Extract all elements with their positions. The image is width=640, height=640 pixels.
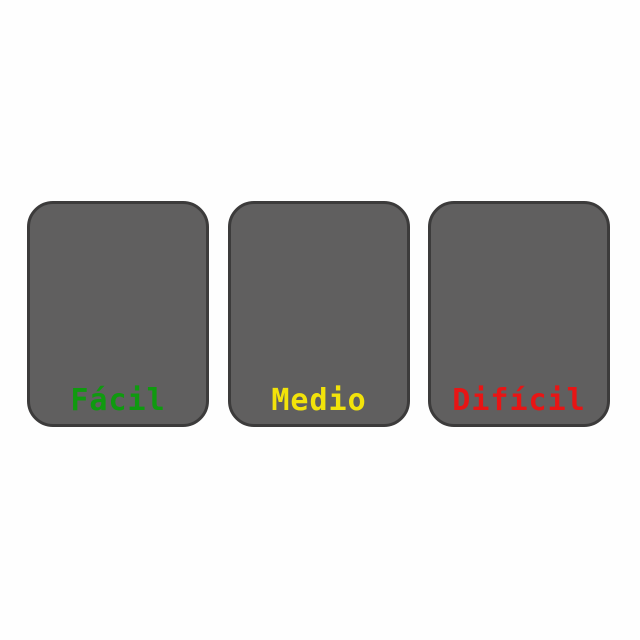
difficulty-easy-label: Fácil <box>70 383 166 418</box>
difficulty-hard-button[interactable]: Difícil <box>428 201 610 427</box>
difficulty-select-screen: Fácil Medio Difícil <box>0 0 640 640</box>
difficulty-easy-button[interactable]: Fácil <box>27 201 209 427</box>
difficulty-medium-label: Medio <box>271 383 367 418</box>
difficulty-medium-button[interactable]: Medio <box>228 201 410 427</box>
difficulty-hard-label: Difícil <box>452 383 586 418</box>
